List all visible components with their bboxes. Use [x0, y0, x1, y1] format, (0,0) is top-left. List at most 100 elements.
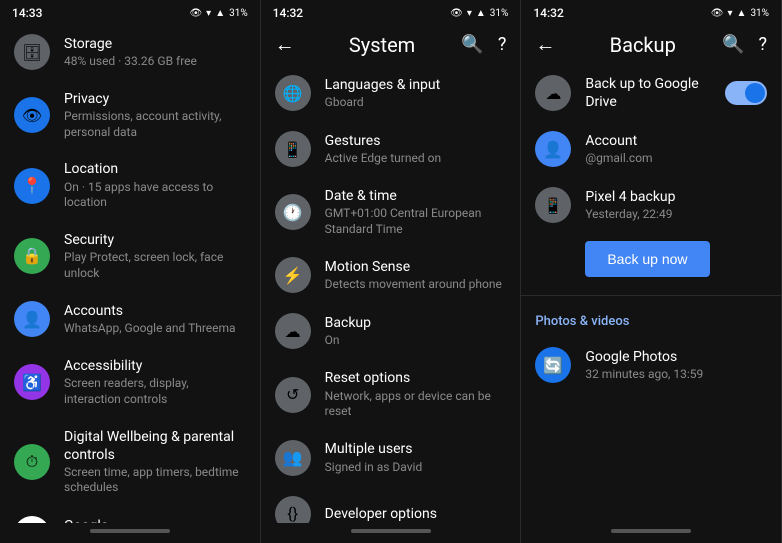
- pixel4-text: Pixel 4 backup Yesterday, 22:49: [585, 188, 767, 223]
- google-photos-subtitle: 32 minutes ago, 13:59: [585, 367, 767, 383]
- motion-subtitle: Detects movement around phone: [325, 277, 507, 293]
- panel-backup: 14:32 👁 ▾ ▲ 31% ← Backup 🔍 ? ☁ Back up t…: [521, 0, 782, 543]
- location-icon: 📍: [14, 168, 50, 204]
- nav-bar-1: [0, 523, 260, 543]
- backup-list: ☁ Back up to Google Drive 👤 Account @gma…: [521, 65, 781, 523]
- privacy-icon: 👁: [14, 97, 50, 133]
- dev-text: Developer options: [325, 505, 507, 523]
- nav-pill-3: [611, 529, 691, 533]
- status-time-2: 14:32: [273, 6, 303, 20]
- pixel4-item[interactable]: 📱 Pixel 4 backup Yesterday, 22:49: [521, 177, 781, 233]
- accessibility-title: Accessibility: [64, 357, 246, 375]
- reset-text: Reset optionsNetwork, apps or device can…: [325, 369, 507, 419]
- account-item[interactable]: 👤 Account @gmail.com: [521, 121, 781, 177]
- battery-icon: 31%: [229, 8, 248, 19]
- system-item-lang[interactable]: 🌐 Languages & inputGboard: [261, 65, 521, 121]
- google-icon: G: [14, 516, 50, 523]
- backup-title: Backup: [325, 314, 507, 332]
- settings-item-security[interactable]: 🔒SecurityPlay Protect, screen lock, face…: [0, 221, 260, 291]
- lang-text: Languages & inputGboard: [325, 76, 507, 111]
- backup-drive-icon: ☁: [535, 75, 571, 111]
- backup-now-button[interactable]: Back up now: [585, 241, 709, 277]
- accessibility-icon: ♿: [14, 364, 50, 400]
- system-title: System: [349, 33, 415, 57]
- account-subtitle: @gmail.com: [585, 151, 767, 167]
- search-icon-3[interactable]: 🔍: [722, 34, 744, 55]
- wellbeing-title: Digital Wellbeing & parental controls: [64, 428, 246, 464]
- visibility-icon-2: 👁: [450, 8, 463, 19]
- settings-item-storage[interactable]: 🗄 Storage48% used · 33.26 GB free: [0, 24, 260, 80]
- reset-title: Reset options: [325, 369, 507, 387]
- google-photos-title: Google Photos: [585, 348, 767, 366]
- signal-icon-2: ▲: [476, 8, 486, 19]
- datetime-subtitle: GMT+01:00 Central European Standard Time: [325, 206, 507, 237]
- location-title: Location: [64, 160, 246, 178]
- lang-icon: 🌐: [275, 75, 311, 111]
- motion-title: Motion Sense: [325, 258, 507, 276]
- privacy-title: Privacy: [64, 90, 246, 108]
- multiuser-title: Multiple users: [325, 440, 507, 458]
- system-item-multiuser[interactable]: 👥Multiple usersSigned in as David: [261, 430, 521, 486]
- accounts-text: AccountsWhatsApp, Google and Threema: [64, 302, 246, 337]
- storage-icon: 🗄: [14, 34, 50, 70]
- wellbeing-subtitle: Screen time, app timers, bedtime schedul…: [64, 465, 246, 496]
- backup-toggle[interactable]: [725, 81, 767, 105]
- datetime-title: Date & time: [325, 187, 507, 205]
- wifi-icon: ▾: [206, 8, 211, 19]
- motion-text: Motion SenseDetects movement around phon…: [325, 258, 507, 293]
- search-icon-2[interactable]: 🔍: [461, 34, 483, 55]
- nav-pill-1: [90, 529, 170, 533]
- backup-icon: ☁: [275, 313, 311, 349]
- lang-title: Languages & input: [325, 76, 507, 94]
- system-item-motion[interactable]: ⚡Motion SenseDetects movement around pho…: [261, 247, 521, 303]
- security-icon: 🔒: [14, 238, 50, 274]
- system-header: ← System 🔍 ?: [261, 24, 521, 65]
- location-subtitle: On · 15 apps have access to location: [64, 180, 246, 211]
- back-button-2[interactable]: ←: [275, 32, 295, 57]
- settings-item-accounts[interactable]: 👤AccountsWhatsApp, Google and Threema: [0, 291, 260, 347]
- help-icon-2[interactable]: ?: [498, 34, 507, 55]
- settings-item-location[interactable]: 📍 Location On · 15 apps have access to loc…: [0, 150, 260, 220]
- status-time-3: 14:32: [533, 6, 563, 20]
- settings-item-accessibility[interactable]: ♿ AccessibilityScreen readers, display, i…: [0, 347, 260, 417]
- back-button-3[interactable]: ←: [535, 32, 555, 57]
- backup-drive-text: Back up to Google Drive: [585, 75, 725, 111]
- privacy-subtitle: Permissions, account activity, personal …: [64, 109, 246, 140]
- backup-drive-item[interactable]: ☁ Back up to Google Drive: [521, 65, 781, 121]
- account-text: Account @gmail.com: [585, 132, 767, 167]
- dev-title: Developer options: [325, 505, 507, 523]
- google-photos-item[interactable]: 🔄 Google Photos 32 minutes ago, 13:59: [521, 337, 781, 393]
- system-item-reset[interactable]: ↺Reset optionsNetwork, apps or device ca…: [261, 359, 521, 429]
- pixel4-icon: 📱: [535, 187, 571, 223]
- system-item-gesture[interactable]: 📱GesturesActive Edge turned on: [261, 121, 521, 177]
- help-icon-3[interactable]: ?: [759, 34, 768, 55]
- backup-text: BackupOn: [325, 314, 507, 349]
- pixel4-title: Pixel 4 backup: [585, 188, 767, 206]
- status-icons-3: 👁 ▾ ▲ 31%: [711, 8, 769, 19]
- gesture-subtitle: Active Edge turned on: [325, 151, 507, 167]
- system-item-backup[interactable]: ☁ BackupOn: [261, 303, 521, 359]
- wifi-icon-3: ▾: [728, 8, 733, 19]
- visibility-icon-3: 👁: [711, 8, 724, 19]
- panel-system: 14:32 👁 ▾ ▲ 31% ← System 🔍 ? 🌐Languages …: [261, 0, 522, 543]
- gesture-text: GesturesActive Edge turned on: [325, 132, 507, 167]
- wellbeing-text: Digital Wellbeing & parental controlsScr…: [64, 428, 246, 497]
- settings-item-google[interactable]: GGoogleServices & preferences: [0, 506, 260, 523]
- accessibility-subtitle: Screen readers, display, interaction con…: [64, 376, 246, 407]
- storage-subtitle: 48% used · 33.26 GB free: [64, 54, 246, 70]
- photos-videos-header: Photos & videos: [521, 300, 781, 337]
- system-item-dev[interactable]: {}Developer options: [261, 486, 521, 523]
- storage-text: Storage48% used · 33.26 GB free: [64, 35, 246, 70]
- visibility-icon: 👁: [189, 8, 202, 19]
- accounts-title: Accounts: [64, 302, 246, 320]
- backup-drive-title: Back up to Google Drive: [585, 75, 725, 111]
- accounts-subtitle: WhatsApp, Google and Threema: [64, 321, 246, 337]
- system-list: 🌐 Languages & inputGboard 📱GesturesActive …: [261, 65, 521, 523]
- settings-item-privacy[interactable]: 👁 PrivacyPermissions, account activity, p…: [0, 80, 260, 150]
- backup-header-icons: 🔍 ?: [722, 34, 767, 55]
- nav-bar-3: [521, 523, 781, 543]
- system-item-datetime[interactable]: 🕐Date & timeGMT+01:00 Central European S…: [261, 177, 521, 247]
- backup-header: ← Backup 🔍 ?: [521, 24, 781, 65]
- nav-bar-2: [261, 523, 521, 543]
- settings-item-wellbeing[interactable]: ⏱Digital Wellbeing & parental controlsSc…: [0, 418, 260, 507]
